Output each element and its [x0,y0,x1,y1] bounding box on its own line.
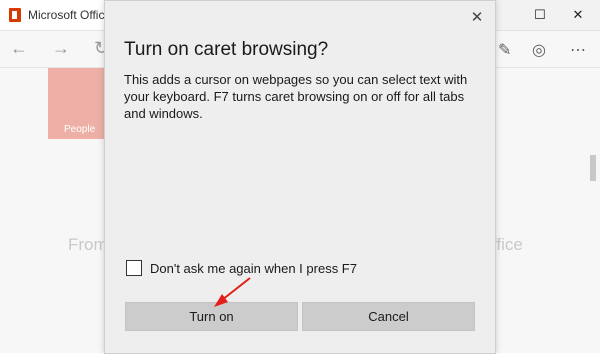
scrollbar-thumb[interactable] [590,155,596,181]
close-window-button[interactable]: ✕ [555,0,600,30]
browser-tab[interactable]: Microsoft Office [0,0,111,30]
cancel-button[interactable]: Cancel [302,302,475,331]
dont-ask-checkbox[interactable] [126,260,142,276]
dont-ask-label[interactable]: Don't ask me again when I press F7 [150,261,357,276]
dialog-title: Turn on caret browsing? [124,39,329,60]
turn-on-button[interactable]: Turn on [125,302,298,331]
pen-icon[interactable]: ✎ [498,40,511,60]
forward-icon[interactable]: → [52,38,70,59]
background-text-right: ffice [492,235,523,254]
back-icon[interactable]: ← [10,38,28,59]
close-icon[interactable]: ✕ [467,7,487,27]
office-icon [9,8,21,22]
tab-title: Microsoft Office [28,8,112,22]
caret-browsing-dialog: ✕ Turn on caret browsing? This adds a cu… [104,0,496,354]
people-tile-label: People [64,124,96,135]
more-icon[interactable]: ⋯ [570,40,586,60]
dialog-body: This adds a cursor on webpages so you ca… [124,72,468,121]
background-text-left: From [68,235,108,254]
share-icon[interactable]: ◎ [532,40,546,60]
